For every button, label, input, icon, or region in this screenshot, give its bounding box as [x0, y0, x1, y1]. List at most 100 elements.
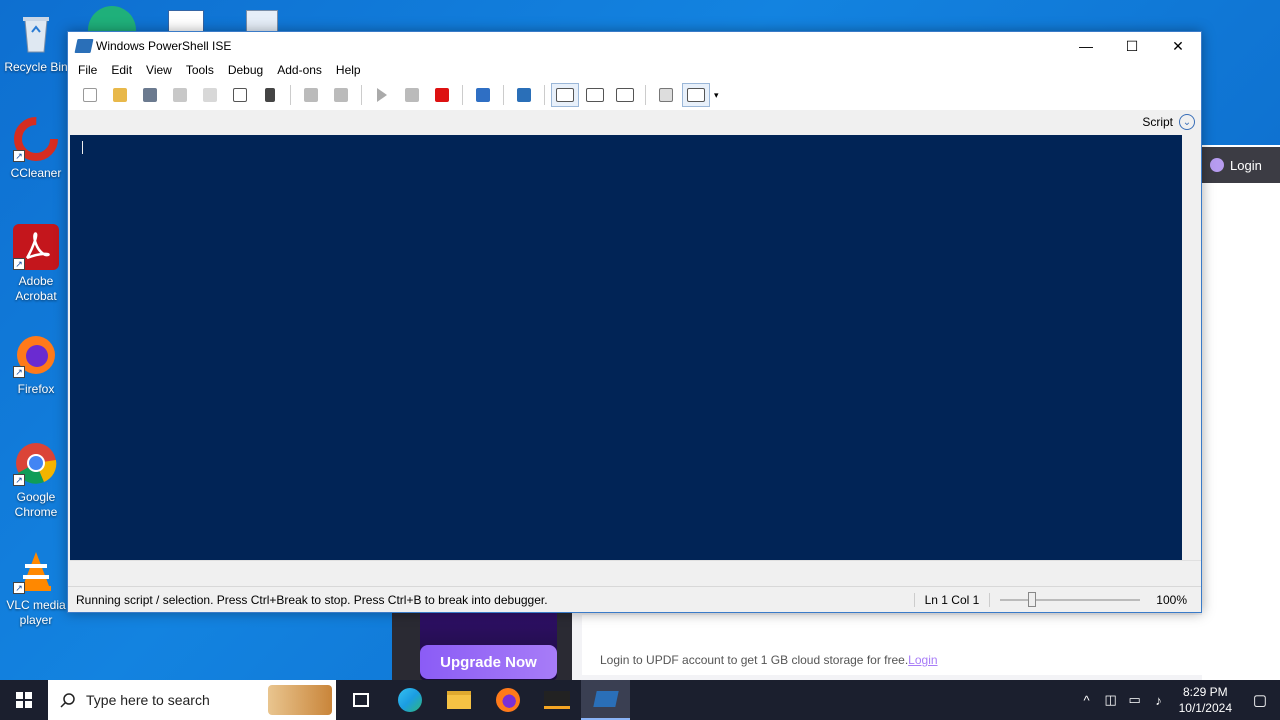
copy-icon — [203, 88, 217, 102]
show-script-right-button[interactable] — [581, 83, 609, 107]
start-button[interactable] — [0, 680, 48, 720]
desktop-icon-label: VLC media player — [6, 598, 66, 627]
save-button[interactable] — [136, 83, 164, 107]
status-bar: Running script / selection. Press Ctrl+B… — [68, 586, 1201, 612]
task-view-button[interactable] — [336, 680, 385, 720]
undo-icon — [304, 88, 318, 102]
maximize-button[interactable]: ☐ — [1109, 32, 1155, 60]
zoom-slider-thumb[interactable] — [1028, 591, 1037, 607]
vertical-scrollbar[interactable] — [1182, 135, 1201, 560]
close-button[interactable]: ✕ — [1155, 32, 1201, 60]
shortcut-arrow-icon: ↗ — [13, 150, 25, 162]
taskbar-edge[interactable] — [385, 680, 434, 720]
desktop-icon-recycle-bin[interactable]: Recycle Bin — [0, 10, 72, 75]
powershell-ise-window: Windows PowerShell ISE — ☐ ✕ File Edit V… — [67, 31, 1202, 613]
desktop-icon-ccleaner[interactable]: ↗ CCleaner — [0, 116, 72, 181]
show-hidden-icons-button[interactable]: ^ — [1075, 693, 1099, 708]
notification-icon[interactable]: ▢ — [1240, 691, 1280, 709]
desktop-icon-vlc[interactable]: ↗ VLC media player — [0, 548, 72, 628]
zoom-level: 100% — [1156, 592, 1187, 607]
command-addon-icon — [687, 88, 705, 102]
taskbar-media-app[interactable] — [532, 680, 581, 720]
login-button[interactable]: Login — [1202, 147, 1280, 183]
start-powershell-button[interactable] — [510, 83, 538, 107]
task-view-icon — [352, 693, 369, 707]
remote-powershell-button[interactable] — [469, 83, 497, 107]
taskbar-file-explorer[interactable] — [434, 680, 483, 720]
show-script-pane-button[interactable]: ⌄ — [1179, 114, 1195, 130]
script-pane-label: Script — [1142, 115, 1173, 129]
menu-add-ons[interactable]: Add-ons — [270, 63, 329, 77]
horizontal-scrollbar[interactable] — [70, 560, 1201, 577]
toolbar-separator — [503, 85, 504, 105]
status-message: Running script / selection. Press Ctrl+B… — [76, 592, 548, 607]
shortcut-arrow-icon: ↗ — [13, 474, 25, 486]
toolbar-separator — [544, 85, 545, 105]
minimize-button[interactable]: — — [1063, 32, 1109, 60]
copy-button[interactable] — [196, 83, 224, 107]
menu-tools[interactable]: Tools — [179, 63, 221, 77]
taskbar-firefox[interactable] — [483, 680, 532, 720]
toolbar: ▾ — [68, 80, 1201, 110]
stop-button[interactable] — [428, 83, 456, 107]
desktop-icon-google-chrome[interactable]: ↗ Google Chrome — [0, 440, 72, 520]
desktop-icon-firefox[interactable]: ↗ Firefox — [0, 332, 72, 397]
folder-icon — [446, 691, 471, 709]
upgrade-now-button[interactable]: Upgrade Now — [420, 645, 557, 679]
zoom-slider[interactable] — [1000, 591, 1141, 607]
menu-view[interactable]: View — [139, 63, 179, 77]
remote-icon — [476, 88, 490, 102]
menu-edit[interactable]: Edit — [104, 63, 139, 77]
volume-icon[interactable]: ♪ — [1147, 693, 1171, 708]
edge-icon — [397, 688, 422, 712]
show-command-addon-button[interactable] — [682, 83, 710, 107]
desktop-icon-adobe-acrobat[interactable]: ↗ Adobe Acrobat — [0, 224, 72, 304]
title-bar[interactable]: Windows PowerShell ISE — ☐ ✕ — [68, 32, 1201, 60]
paste-button[interactable] — [226, 83, 254, 107]
redo-button[interactable] — [327, 83, 355, 107]
script-pane-header: Script ⌄ — [68, 110, 1201, 134]
search-icon — [60, 693, 75, 708]
media-app-icon — [543, 691, 570, 709]
taskbar-clock[interactable]: 8:29 PM 10/1/2024 — [1171, 684, 1240, 716]
chrome-icon: ↗ — [13, 440, 59, 486]
save-icon — [143, 88, 157, 102]
run-selection-button[interactable] — [398, 83, 426, 107]
device-icon[interactable]: ◫ — [1099, 692, 1123, 708]
layout-right-icon — [586, 88, 604, 102]
window-title: Windows PowerShell ISE — [96, 39, 232, 53]
layout-maximized-icon — [616, 88, 634, 102]
menu-file[interactable]: File — [71, 63, 104, 77]
show-script-maximized-button[interactable] — [611, 83, 639, 107]
login-label: Login — [1230, 157, 1262, 173]
cut-button[interactable] — [166, 83, 194, 107]
system-tray: ^ ◫ ▭ ♪ 8:29 PM 10/1/2024 ▢ — [1075, 680, 1280, 720]
ccleaner-icon: ↗ — [13, 116, 59, 162]
paste-icon — [233, 88, 247, 102]
run-script-button[interactable] — [368, 83, 396, 107]
taskbar-powershell-ise[interactable] — [581, 680, 630, 720]
footer-login-link[interactable]: Login — [908, 653, 937, 667]
menu-help[interactable]: Help — [329, 63, 368, 77]
console-pane[interactable] — [70, 135, 1182, 560]
windows-logo-icon — [16, 692, 32, 708]
recycle-bin-icon — [13, 10, 59, 56]
clear-output-button[interactable] — [256, 83, 284, 107]
new-button[interactable] — [76, 83, 104, 107]
toolbar-overflow-icon[interactable]: ▾ — [714, 90, 719, 101]
show-script-top-button[interactable] — [551, 83, 579, 107]
text-caret — [82, 141, 83, 154]
undo-button[interactable] — [297, 83, 325, 107]
taskbar-search-box[interactable]: Type here to search — [48, 680, 336, 720]
menu-debug[interactable]: Debug — [221, 63, 270, 77]
open-button[interactable] — [106, 83, 134, 107]
cloud-storage-text: Login to UPDF account to get 1 GB cloud … — [600, 653, 909, 667]
desktop-icon-label: Google Chrome — [14, 490, 58, 519]
show-command-window-button[interactable] — [652, 83, 680, 107]
search-placeholder: Type here to search — [86, 692, 210, 708]
vlc-icon: ↗ — [13, 548, 59, 594]
cut-icon — [173, 88, 187, 102]
network-icon[interactable]: ▭ — [1123, 692, 1147, 708]
shortcut-arrow-icon: ↗ — [13, 582, 25, 594]
powershell-icon — [592, 691, 619, 707]
